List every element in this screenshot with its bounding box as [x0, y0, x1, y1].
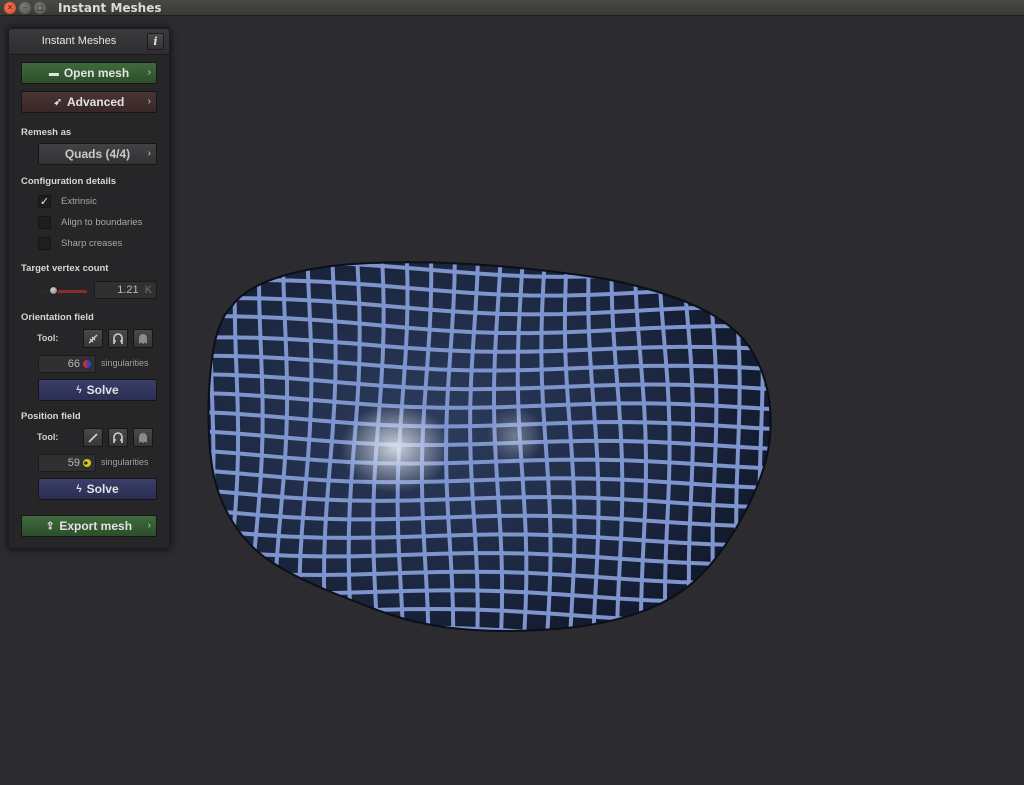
window-titlebar: ✕ – □ Instant Meshes	[0, 0, 1024, 16]
orientation-singularities-count: 66	[38, 355, 96, 373]
sharp-creases-label: Sharp creases	[61, 237, 123, 249]
info-icon: i	[153, 35, 158, 48]
target-vertex-slider-track[interactable]	[39, 290, 87, 293]
position-singularity-tool-button[interactable]	[133, 428, 153, 447]
maximize-icon: □	[36, 2, 44, 12]
align-boundaries-checkbox[interactable]	[38, 215, 51, 229]
checkbox-extrinsic[interactable]: ✓ Extrinsic	[38, 194, 97, 208]
open-mesh-label: Open mesh	[63, 66, 130, 80]
advanced-button[interactable]: ➶ Advanced ›	[21, 91, 157, 113]
maximize-window-button[interactable]: □	[34, 1, 46, 14]
target-vertex-slider-handle[interactable]	[49, 286, 59, 295]
position-tool-label: Tool:	[37, 432, 59, 442]
chevron-right-icon: ›	[147, 96, 151, 107]
align-boundaries-label: Align to boundaries	[61, 216, 143, 228]
position-solve-label: Solve	[86, 482, 119, 496]
orientation-comb-tool-button[interactable]	[83, 329, 103, 348]
sharp-creases-checkbox[interactable]	[38, 236, 51, 250]
info-button[interactable]: i	[147, 33, 164, 50]
singularity-icon	[83, 360, 91, 369]
remesh-mode-value: Quads (4/4)	[64, 147, 131, 161]
comb-icon	[88, 334, 98, 343]
bolt-icon: ϟ	[76, 483, 82, 495]
advanced-label: Advanced	[67, 95, 125, 109]
orientation-singularities-label: singularities	[101, 358, 149, 368]
position-attractor-tool-button[interactable]	[108, 428, 128, 447]
export-icon: ⇪	[45, 520, 55, 532]
export-mesh-button[interactable]: ⇪ Export mesh ›	[21, 515, 157, 537]
chevron-right-icon: ›	[147, 67, 151, 78]
pacman-icon	[83, 459, 91, 468]
orientation-tool-label: Tool:	[37, 333, 59, 343]
orientation-singularities-value: 66	[67, 358, 80, 370]
window-title: Instant Meshes	[58, 0, 162, 15]
mesh-object	[207, 261, 772, 633]
magnet-icon	[113, 431, 123, 443]
orientation-solve-label: Solve	[86, 383, 119, 397]
mesh-grid-line	[208, 262, 216, 632]
checkbox-sharp-creases[interactable]: Sharp creases	[38, 236, 122, 250]
position-singularities-value: 59	[67, 457, 80, 469]
mesh-grid-line	[208, 625, 771, 632]
brush-icon	[88, 432, 98, 443]
close-icon: ✕	[6, 2, 14, 12]
ghost-icon	[139, 333, 147, 344]
config-details-label: Configuration details	[21, 176, 116, 187]
checkbox-align-boundaries[interactable]: Align to boundaries	[38, 215, 142, 229]
target-vertex-unit: K	[144, 284, 152, 296]
chevron-right-icon: ›	[147, 148, 151, 159]
minimize-window-button[interactable]: –	[19, 1, 31, 14]
rocket-icon: ➶	[53, 96, 63, 108]
orientation-singularity-tool-button[interactable]	[133, 329, 153, 348]
extrinsic-checkbox[interactable]: ✓	[38, 194, 51, 208]
minimize-icon: –	[23, 2, 27, 12]
position-field-label: Position field	[21, 411, 81, 422]
orientation-field-label: Orientation field	[21, 312, 94, 323]
folder-icon: ▬	[48, 67, 59, 79]
target-vertex-input[interactable]: 1.21 K	[94, 281, 157, 299]
remesh-as-label: Remesh as	[21, 127, 72, 138]
panel-title: Instant Meshes	[41, 35, 117, 47]
position-brush-tool-button[interactable]	[83, 428, 103, 447]
magnet-icon	[113, 332, 123, 344]
mesh-highlight	[340, 403, 450, 493]
mesh-highlight-2	[487, 406, 543, 466]
orientation-solve-button[interactable]: ϟ Solve	[38, 379, 157, 401]
extrinsic-label: Extrinsic	[61, 195, 97, 207]
target-vertex-label: Target vertex count	[21, 263, 109, 274]
position-singularities-count: 59	[38, 454, 96, 472]
target-vertex-value: 1.21	[117, 284, 139, 296]
open-mesh-button[interactable]: ▬ Open mesh ›	[21, 62, 157, 84]
control-panel: Instant Meshes i ▬ Open mesh › ➶ Advance…	[8, 28, 170, 549]
panel-header: Instant Meshes i	[9, 29, 169, 55]
remesh-mode-dropdown[interactable]: Quads (4/4) ›	[38, 143, 157, 165]
position-singularities-label: singularities	[101, 457, 149, 467]
position-solve-button[interactable]: ϟ Solve	[38, 478, 157, 500]
close-window-button[interactable]: ✕	[4, 1, 16, 14]
export-mesh-label: Export mesh	[59, 519, 133, 533]
bolt-icon: ϟ	[76, 384, 82, 396]
orientation-attractor-tool-button[interactable]	[108, 329, 128, 348]
chevron-right-icon: ›	[147, 520, 151, 531]
ghost-icon	[139, 432, 147, 443]
